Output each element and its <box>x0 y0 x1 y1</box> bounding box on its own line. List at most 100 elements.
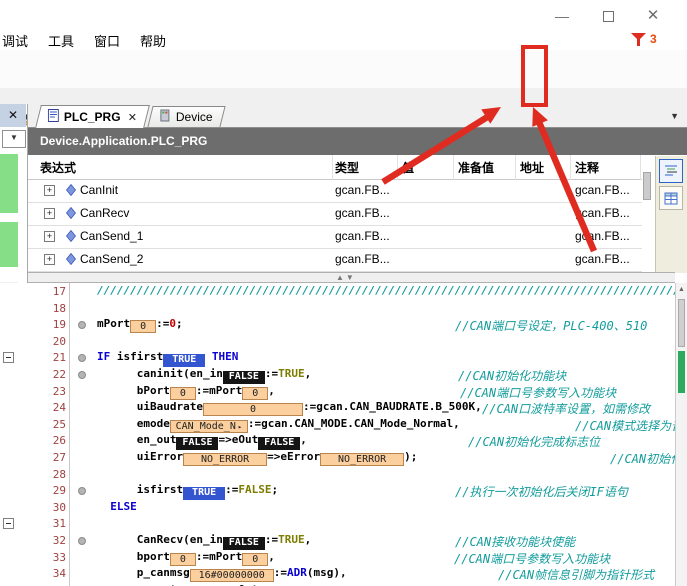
monitor-value-box[interactable]: 0 <box>242 387 268 400</box>
column-header-注释[interactable]: 注释 <box>575 159 599 176</box>
expand-icon[interactable]: + <box>44 254 55 265</box>
comment-cell: gcan.FB... <box>575 206 630 220</box>
code-text: IF isfirstTRUE THEN <box>97 350 238 367</box>
code-token: ////////////////////////////////////////… <box>97 284 676 297</box>
execution-point-icon <box>78 537 86 545</box>
code-token: ); <box>404 450 417 463</box>
table-row[interactable]: + CanSend_2 gcan.FB... gcan.FB... <box>28 249 642 272</box>
code-token: := <box>225 483 238 496</box>
maximize-icon <box>603 11 614 22</box>
code-token: := <box>156 317 169 330</box>
monitor-value-box[interactable]: 0 <box>170 553 196 566</box>
monitor-value-box[interactable]: 16#00000000 <box>190 569 274 582</box>
column-header-表达式[interactable]: 表达式 <box>40 159 76 176</box>
main-toolbar: ∶B A ⚑ ⚑◂ ⚑▸ ⚑✕ ✱ ▾ Application [Device:… <box>0 50 687 88</box>
column-header-地址[interactable]: 地址 <box>520 159 544 176</box>
code-text: emodeCAN_Mode_N▸:=gcan.CAN_MODE.CAN_Mode… <box>97 417 460 433</box>
table-scrollbar-thumb[interactable] <box>643 172 651 200</box>
monitor-value-box[interactable]: 0 <box>242 553 268 566</box>
code-text: uiBaudrate0:=gcan.CAN_BAUDRATE.B_500K, <box>97 400 482 416</box>
line-number: 18 <box>28 302 66 315</box>
table-grid-icon <box>664 192 678 205</box>
editor-dock: PLC_PRG✕Device▼ Device.Application.PLC_P… <box>28 104 687 272</box>
line-number: 30 <box>28 501 66 514</box>
expand-icon[interactable]: + <box>44 208 55 219</box>
code-token: , <box>305 367 312 380</box>
code-token: ELSE <box>110 500 137 513</box>
notification-count: 3 <box>650 32 657 46</box>
table-view-button[interactable] <box>659 186 683 210</box>
code-token: := <box>274 566 287 579</box>
inline-comment: //执行一次初始化后关闭IF语句 <box>455 483 628 500</box>
code-line: 23 bPort0:=mPort0,//CAN端口号参数写入功能块 <box>0 383 676 400</box>
panel-dropdown-button[interactable]: ▼ <box>2 130 26 148</box>
menu-item-工具[interactable]: 工具 <box>48 31 74 50</box>
column-header-值[interactable]: 值 <box>402 159 414 176</box>
declaration-view-button[interactable] <box>659 159 683 183</box>
menu-item-帮助[interactable]: 帮助 <box>140 31 166 50</box>
monitor-value-box[interactable]: NO_ERROR <box>183 453 267 466</box>
code-scrollbar[interactable]: ▲ <box>675 283 687 586</box>
close-button[interactable]: ✕ <box>637 6 669 26</box>
code-text: CanRecv(en_inFALSE:=TRUE, <box>97 533 311 550</box>
code-token: TRUE <box>278 533 305 546</box>
line-number: 33 <box>28 551 66 564</box>
line-number: 17 <box>28 285 66 298</box>
menu-item-调试[interactable]: 调试 <box>2 31 28 50</box>
type-cell: gcan.FB... <box>335 206 390 220</box>
table-row[interactable]: +CanInitgcan.FB...gcan.FB... <box>28 180 642 203</box>
expand-icon[interactable]: + <box>44 185 55 196</box>
code-token: :=gcan.CAN_MODE.CAN_Mode_Normal, <box>248 417 460 430</box>
line-number: 28 <box>28 468 66 481</box>
monitor-value-box[interactable]: 0 <box>130 320 156 333</box>
code-line: 33 bport0:=mPort0,//CAN端口号参数写入功能块 <box>0 549 676 566</box>
inline-comment: //CAN初始化完成标志位 <box>468 433 600 450</box>
scroll-up-icon[interactable]: ▲ <box>678 286 685 293</box>
maximize-button[interactable] <box>592 6 624 26</box>
declaration-code-splitter[interactable]: ▲▼ <box>28 272 675 283</box>
monitor-value-box[interactable]: NO_ERROR <box>320 453 404 466</box>
code-line: 28 <box>0 466 676 483</box>
code-token: := <box>265 533 278 546</box>
code-line: 25 emodeCAN_Mode_N▸:=gcan.CAN_MODE.CAN_M… <box>0 416 676 433</box>
enum-value-box[interactable]: CAN_Mode_N▸ <box>170 420 248 433</box>
tab-close-icon[interactable]: ✕ <box>128 111 137 124</box>
expression-cell: CanSend_2 <box>80 252 143 266</box>
code-text: p_canmsg16#00000000:=ADR(msg), <box>97 566 347 582</box>
declaration-list-icon <box>664 164 679 178</box>
code-token: 0 <box>169 317 176 330</box>
table-row[interactable]: +CanSend_1gcan.FB...gcan.FB... <box>28 226 642 249</box>
toolbar-background-band <box>0 88 687 104</box>
execution-point-icon <box>78 487 86 495</box>
monitor-value-box[interactable]: 0 <box>170 387 196 400</box>
comment-cell: gcan.FB... <box>575 252 630 266</box>
expand-icon[interactable]: + <box>44 231 55 242</box>
tab-Device[interactable]: Device <box>147 106 225 127</box>
st-code-editor[interactable]: 17 //////////////////////////////////////… <box>0 283 676 586</box>
notification-area[interactable]: 3 <box>630 31 676 49</box>
tab-PLC_PRG[interactable]: PLC_PRG✕ <box>35 105 150 128</box>
fold-collapse-icon[interactable] <box>3 352 14 363</box>
table-row[interactable]: +CanRecvgcan.FB...gcan.FB... <box>28 203 642 226</box>
code-text: ////////////////////////////////////////… <box>97 284 676 297</box>
monitor-value-box[interactable]: 0 <box>203 403 303 416</box>
window-list-dropdown-icon[interactable]: ▼ <box>670 111 679 121</box>
splitter-handle-icon[interactable]: ▲▼ <box>336 273 356 282</box>
type-cell: gcan.FB... <box>335 252 390 266</box>
code-token: uiBaudrate <box>97 400 203 413</box>
column-header-准备值[interactable]: 准备值 <box>458 159 494 176</box>
column-header-类型[interactable]: 类型 <box>335 159 359 176</box>
code-line: 20 <box>0 333 676 350</box>
variable-icon <box>66 184 76 199</box>
menu-item-窗口[interactable]: 窗口 <box>94 31 120 50</box>
line-number: 19 <box>28 318 66 331</box>
panel-close-button[interactable]: ✕ <box>0 104 26 127</box>
minimize-button[interactable]: — <box>546 6 578 26</box>
fold-collapse-icon[interactable] <box>3 518 14 529</box>
code-scrollbar-thumb[interactable] <box>678 299 685 347</box>
code-token <box>97 500 110 513</box>
code-line: 32 CanRecv(en_inFALSE:=TRUE,//CAN接收功能块使能 <box>0 532 676 549</box>
code-line: 17 //////////////////////////////////////… <box>0 283 676 300</box>
running-status-indicator <box>0 222 18 267</box>
code-token: =>eOut <box>218 433 258 446</box>
